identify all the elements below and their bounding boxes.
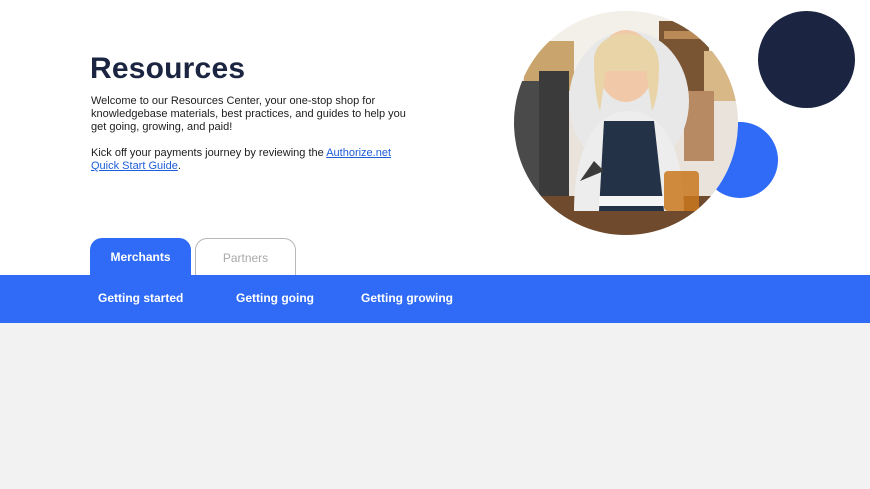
subnav-getting-going[interactable]: Getting going — [236, 291, 314, 305]
resources-subnav: Getting started Getting going Getting gr… — [0, 275, 870, 323]
journey-suffix: . — [177, 160, 181, 172]
subnav-getting-started[interactable]: Getting started — [98, 291, 183, 305]
tab-partners[interactable]: Partners — [195, 238, 296, 275]
intro-text: Welcome to our Resources Center, your on… — [91, 95, 406, 133]
journey-text: Kick off your payments journey by review… — [91, 147, 421, 173]
subnav-getting-growing[interactable]: Getting growing — [361, 291, 453, 305]
content-area — [0, 323, 870, 489]
page-title: Resources — [90, 52, 246, 85]
audience-tabs: Merchants Partners — [90, 238, 296, 275]
hero-photo — [514, 11, 738, 235]
tab-merchants[interactable]: Merchants — [90, 238, 191, 275]
woman-at-counter-image — [514, 11, 738, 235]
hero-section: Resources Welcome to our Resources Cente… — [0, 0, 870, 275]
decorative-navy-circle — [758, 11, 855, 108]
journey-prefix: Kick off your payments journey by review… — [91, 147, 327, 159]
